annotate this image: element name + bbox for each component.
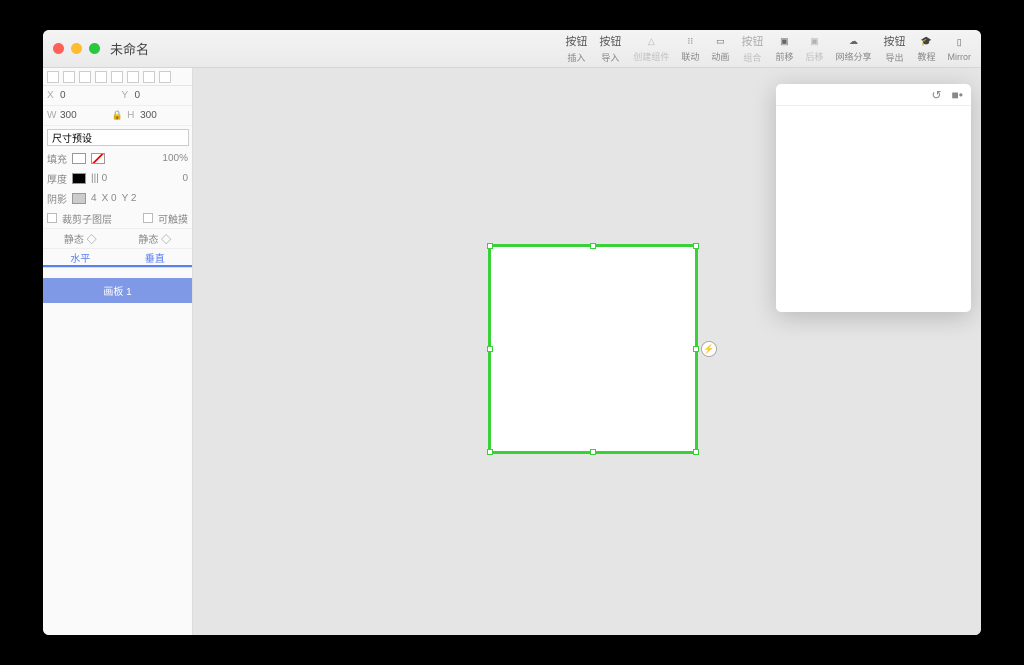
tutorial-icon: 🎓: [917, 34, 935, 48]
undo-icon[interactable]: ↺: [931, 88, 941, 102]
clip-checkbox[interactable]: [47, 213, 57, 223]
link-button[interactable]: ⁝⁝ 联动: [681, 34, 699, 63]
align-bottom-icon[interactable]: [127, 71, 139, 83]
w-field[interactable]: 300: [60, 110, 77, 121]
resize-handle-tl[interactable]: [487, 243, 493, 249]
layer-artboard-1[interactable]: 画板 1: [43, 278, 192, 303]
size-preset-row: ⌄: [43, 126, 192, 148]
align-center-icon[interactable]: [63, 71, 75, 83]
static-h-select[interactable]: 静态 ◇: [43, 229, 118, 248]
send-back-button[interactable]: ▣ 后移: [805, 34, 823, 63]
back-icon: ▣: [805, 34, 823, 48]
cloud-icon: ☁: [844, 34, 862, 48]
x-field[interactable]: 0: [60, 90, 66, 101]
shadow-label: 阴影: [47, 191, 67, 206]
position-row: X0 Y0: [43, 86, 192, 106]
touch-label: 可触摸: [158, 211, 188, 226]
front-icon: ▣: [775, 34, 793, 48]
minimize-icon[interactable]: [71, 43, 82, 54]
stroke-row: 厚度 ||| 0 0: [43, 168, 192, 188]
y-field[interactable]: 0: [135, 90, 141, 101]
artboard[interactable]: ⚡: [488, 244, 698, 454]
distribute-v-icon[interactable]: [159, 71, 171, 83]
import-button[interactable]: 按钮 导入: [599, 33, 621, 64]
bring-front-button[interactable]: ▣ 前移: [775, 34, 793, 63]
fill-disabled-icon[interactable]: [91, 153, 105, 164]
fill-label: 填充: [47, 151, 67, 166]
preview-popover: ↺ ■•: [776, 84, 971, 312]
fill-row: 填充 100%: [43, 148, 192, 168]
touch-checkbox[interactable]: [143, 213, 153, 223]
inspector-sidebar: X0 Y0 W300 🔒 H300 ⌄ 填充 100% 厚度 |||: [43, 68, 193, 635]
clip-label: 裁剪子图层: [62, 211, 112, 226]
axis-row: 水平 垂直: [43, 248, 192, 268]
stroke-label: 厚度: [47, 171, 67, 186]
align-right-icon[interactable]: [79, 71, 91, 83]
stroke-style[interactable]: ||| 0: [91, 173, 107, 184]
size-preset-input[interactable]: [47, 129, 189, 146]
h-field[interactable]: 300: [140, 110, 157, 121]
insert-button[interactable]: 按钮 插入: [565, 33, 587, 64]
axis-v-label: 垂直: [118, 249, 193, 267]
close-icon[interactable]: [53, 43, 64, 54]
resize-handle-ml[interactable]: [487, 346, 493, 352]
axis-h-label: 水平: [43, 249, 118, 267]
align-top-icon[interactable]: [95, 71, 107, 83]
tutorial-button[interactable]: 🎓 教程: [917, 34, 935, 63]
distribute-h-icon[interactable]: [143, 71, 155, 83]
clip-touch-row: 裁剪子图层 可触摸: [43, 208, 192, 228]
screen-icon: ▭: [711, 34, 729, 48]
traffic-lights: [53, 43, 100, 54]
shadow-x[interactable]: X 0: [102, 193, 117, 204]
triangle-icon: △: [642, 34, 660, 48]
app-window: 未命名 按钮 插入 按钮 导入 △ 创建组件 ⁝⁝ 联动 ▭ 动画: [43, 30, 981, 635]
record-icon[interactable]: ■•: [952, 88, 963, 102]
align-middle-icon[interactable]: [111, 71, 123, 83]
resize-handle-bm[interactable]: [590, 449, 596, 455]
phone-icon: ▯: [950, 36, 968, 50]
size-row: W300 🔒 H300: [43, 106, 192, 126]
make-component-button[interactable]: △ 创建组件: [633, 34, 669, 63]
toolbar: 按钮 插入 按钮 导入 △ 创建组件 ⁝⁝ 联动 ▭ 动画 按钮 组合: [565, 33, 971, 64]
stroke-width[interactable]: 0: [182, 173, 188, 184]
alignment-tools: [43, 68, 192, 86]
shadow-row: 阴影 4 X 0 Y 2: [43, 188, 192, 208]
mirror-button[interactable]: ▯ Mirror: [948, 36, 972, 62]
zoom-icon[interactable]: [89, 43, 100, 54]
titlebar: 未命名 按钮 插入 按钮 导入 △ 创建组件 ⁝⁝ 联动 ▭ 动画: [43, 30, 981, 68]
static-v-select[interactable]: 静态 ◇: [118, 229, 193, 248]
fill-swatch[interactable]: [72, 153, 86, 164]
window-title: 未命名: [110, 39, 149, 58]
shadow-swatch[interactable]: [72, 193, 86, 204]
resize-handle-tr[interactable]: [693, 243, 699, 249]
share-button[interactable]: ☁ 网络分享: [835, 34, 871, 63]
group-button[interactable]: 按钮 组合: [741, 33, 763, 64]
static-row: 静态 ◇ 静态 ◇: [43, 228, 192, 248]
fill-opacity[interactable]: 100%: [162, 153, 188, 164]
animate-button[interactable]: ▭ 动画: [711, 34, 729, 63]
align-left-icon[interactable]: [47, 71, 59, 83]
shadow-blur[interactable]: 4: [91, 193, 97, 204]
link-trigger-icon[interactable]: ⚡: [701, 341, 717, 357]
stroke-swatch[interactable]: [72, 173, 86, 184]
resize-handle-mr[interactable]: [693, 346, 699, 352]
resize-handle-br[interactable]: [693, 449, 699, 455]
resize-handle-bl[interactable]: [487, 449, 493, 455]
lock-icon[interactable]: 🔒: [112, 110, 123, 121]
link-icon: ⁝⁝: [681, 34, 699, 48]
resize-handle-tm[interactable]: [590, 243, 596, 249]
shadow-y[interactable]: Y 2: [122, 193, 137, 204]
export-button[interactable]: 按钮 导出: [883, 33, 905, 64]
